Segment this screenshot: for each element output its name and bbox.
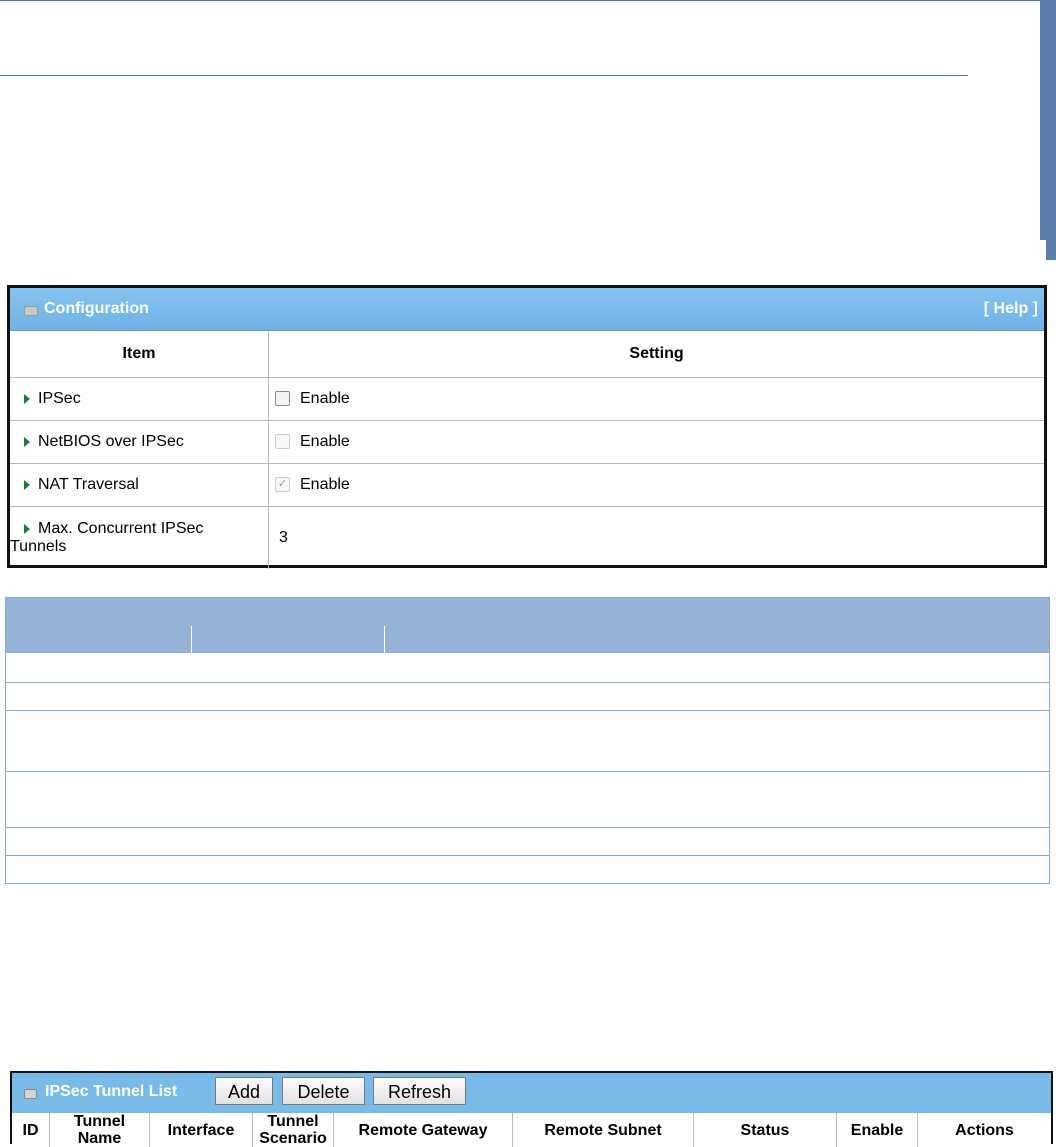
column-status: Status <box>693 1113 837 1147</box>
delete-button[interactable]: Delete <box>282 1077 365 1105</box>
ipsec-enable-checkbox[interactable] <box>275 391 290 407</box>
column-id: ID <box>12 1113 50 1147</box>
refresh-button[interactable]: Refresh <box>373 1077 466 1105</box>
column-divider <box>191 626 192 653</box>
table-row-divider <box>6 827 1049 828</box>
checkbox-label: Enable <box>300 433 350 450</box>
config-row-nat-traversal: NAT Traversal ✓ Enable <box>10 463 1044 507</box>
row-label-line2: Tunnels <box>10 538 67 555</box>
panel-bullet-icon <box>24 306 38 316</box>
page-edge-bar <box>1040 0 1056 240</box>
checkbox-label: Enable <box>300 476 350 493</box>
description-table <box>5 597 1050 884</box>
nat-traversal-enable-checkbox: ✓ <box>275 477 290 493</box>
column-divider <box>384 626 385 653</box>
column-actions: Actions <box>955 1121 1014 1139</box>
column-header-item: Item <box>10 331 269 378</box>
column-remote-subnet: Remote Subnet <box>512 1113 694 1147</box>
configuration-title: Configuration <box>44 300 149 317</box>
ipsec-tunnel-list-panel: IPSec Tunnel List Add Delete Refresh ID … <box>10 1071 1053 1147</box>
row-label-line1: Max. Concurrent IPSec <box>38 520 204 537</box>
tunnel-list-table: ID Tunnel Name Interface Tunnel Scenario R… <box>12 1113 1051 1147</box>
column-remote-gateway: Remote Gateway <box>333 1113 513 1147</box>
config-row-netbios: NetBIOS over IPSec Enable <box>10 420 1044 464</box>
netbios-enable-checkbox <box>275 434 290 450</box>
add-button[interactable]: Add <box>215 1077 273 1105</box>
table-row-divider <box>6 855 1049 856</box>
help-link[interactable]: [ Help ] <box>984 300 1038 318</box>
tunnel-list-header-row: ID Tunnel Name Interface Tunnel Scenario R… <box>12 1113 1051 1147</box>
config-row-ipsec: IPSec Enable <box>10 377 1044 421</box>
row-label: NetBIOS over IPSec <box>38 433 184 450</box>
section-rule <box>0 75 968 76</box>
page-edge-bar-tab <box>1046 240 1056 260</box>
row-label: IPSec <box>38 390 81 407</box>
column-header-setting: Setting <box>268 331 1044 378</box>
column-tunnel-name: Tunnel Name <box>49 1113 150 1147</box>
description-table-header <box>6 598 1049 653</box>
tunnel-list-title: IPSec Tunnel List <box>45 1083 178 1100</box>
configuration-panel: Configuration [ Help ] Item Setting IPSe… <box>7 285 1047 569</box>
row-arrow-icon <box>24 479 30 490</box>
configuration-table: Item Setting IPSec Enable NetBIOS over I… <box>10 331 1044 569</box>
config-row-max-tunnels: Max. Concurrent IPSec Tunnels 3 <box>10 506 1044 569</box>
configuration-header: Configuration [ Help ] <box>10 288 1044 331</box>
table-row-divider <box>6 682 1049 683</box>
column-interface: Interface <box>149 1113 253 1147</box>
row-arrow-icon <box>24 523 30 534</box>
checkbox-label: Enable <box>300 390 350 407</box>
row-arrow-icon <box>24 436 30 447</box>
column-tunnel-scenario: Tunnel Scenario <box>252 1113 334 1147</box>
table-row-divider <box>6 771 1049 772</box>
row-label: NAT Traversal <box>38 476 139 493</box>
max-tunnels-value: 3 <box>279 529 288 546</box>
tunnel-list-header: IPSec Tunnel List Add Delete Refresh <box>12 1073 1051 1113</box>
row-arrow-icon <box>24 393 30 404</box>
top-rule <box>0 0 1056 1</box>
column-enable: Enable <box>836 1113 918 1147</box>
table-row-divider <box>6 710 1049 711</box>
panel-bullet-icon <box>24 1089 37 1099</box>
